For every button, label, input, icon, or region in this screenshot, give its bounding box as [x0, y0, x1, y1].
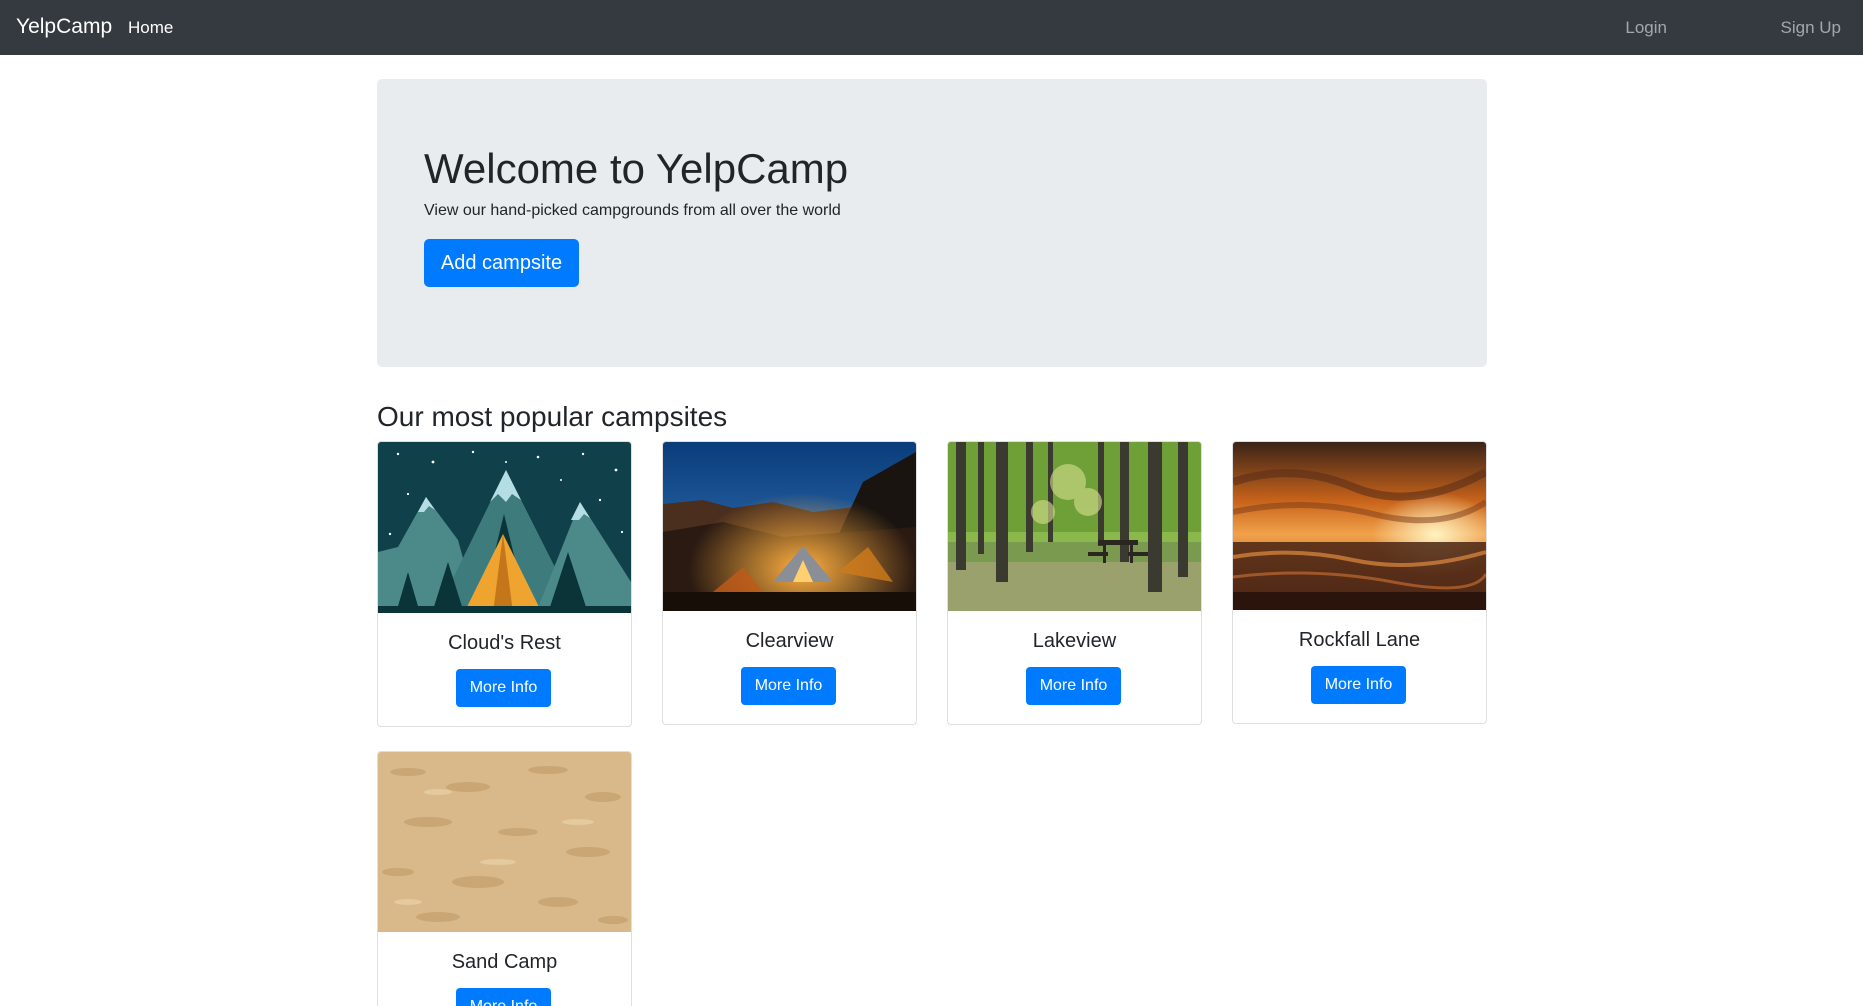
more-info-button[interactable]: More Info	[1026, 667, 1121, 705]
hero-jumbotron: Welcome to YelpCamp View our hand-picked…	[377, 79, 1487, 367]
hero-title: Welcome to YelpCamp	[424, 145, 849, 192]
nav-login-link[interactable]: Login	[1625, 17, 1667, 39]
campground-card: Clearview More Info	[662, 441, 917, 725]
brand-link[interactable]: YelpCamp	[16, 14, 112, 40]
campground-name: Cloud's Rest	[448, 632, 561, 654]
section-title: Our most popular campsites	[377, 401, 728, 432]
campground-image	[378, 752, 631, 932]
more-info-button[interactable]: More Info	[456, 988, 551, 1006]
add-campsite-button[interactable]: Add campsite	[424, 239, 579, 287]
campground-name: Lakeview	[1032, 630, 1117, 652]
campground-name: Sand Camp	[451, 951, 558, 973]
campground-card: Cloud's Rest More Info	[377, 441, 632, 727]
nav-home-link[interactable]: Home	[128, 17, 173, 39]
campground-card: Rockfall Lane More Info	[1232, 441, 1487, 724]
more-info-button[interactable]: More Info	[456, 669, 551, 707]
campground-name: Rockfall Lane	[1298, 629, 1421, 651]
campground-image	[948, 442, 1201, 611]
campground-card: Sand Camp More Info	[377, 751, 632, 1006]
campground-image	[663, 442, 916, 611]
campground-image	[378, 442, 631, 613]
campground-card: Lakeview More Info	[947, 441, 1202, 725]
campground-image	[1233, 442, 1486, 610]
hero-subtitle: View our hand-picked campgrounds from al…	[424, 202, 841, 219]
campground-name: Clearview	[745, 630, 834, 652]
more-info-button[interactable]: More Info	[1311, 666, 1406, 704]
more-info-button[interactable]: More Info	[741, 667, 836, 705]
nav-signup-link[interactable]: Sign Up	[1781, 17, 1841, 39]
navbar: YelpCamp Home Login Sign Up	[0, 0, 1863, 55]
